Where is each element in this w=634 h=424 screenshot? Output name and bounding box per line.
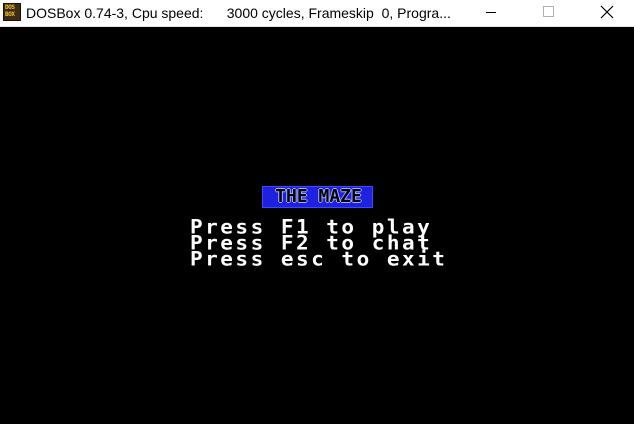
dosbox-app-icon[interactable]: DOS BOX — [3, 3, 21, 21]
dosbox-window: DOS BOX DOSBox 0.74-3, Cpu speed: 3000 c… — [0, 0, 634, 424]
close-icon — [600, 5, 614, 19]
close-button[interactable] — [576, 0, 634, 26]
app-icon-label-bottom: BOX — [5, 11, 15, 18]
menu-line-exit: Press esc to exit — [190, 247, 448, 270]
minimize-button[interactable] — [461, 0, 521, 26]
app-icon-label-top: DOS — [5, 4, 15, 11]
maximize-button[interactable] — [518, 0, 578, 26]
window-title: DOSBox 0.74-3, Cpu speed: 3000 cycles, F… — [26, 5, 451, 21]
title-bar[interactable]: DOS BOX DOSBox 0.74-3, Cpu speed: 3000 c… — [0, 0, 634, 27]
game-title: THE MAZE — [275, 186, 362, 207]
maximize-icon — [543, 6, 554, 17]
minimize-icon — [486, 12, 496, 13]
game-title-banner: THE MAZE — [262, 186, 373, 208]
